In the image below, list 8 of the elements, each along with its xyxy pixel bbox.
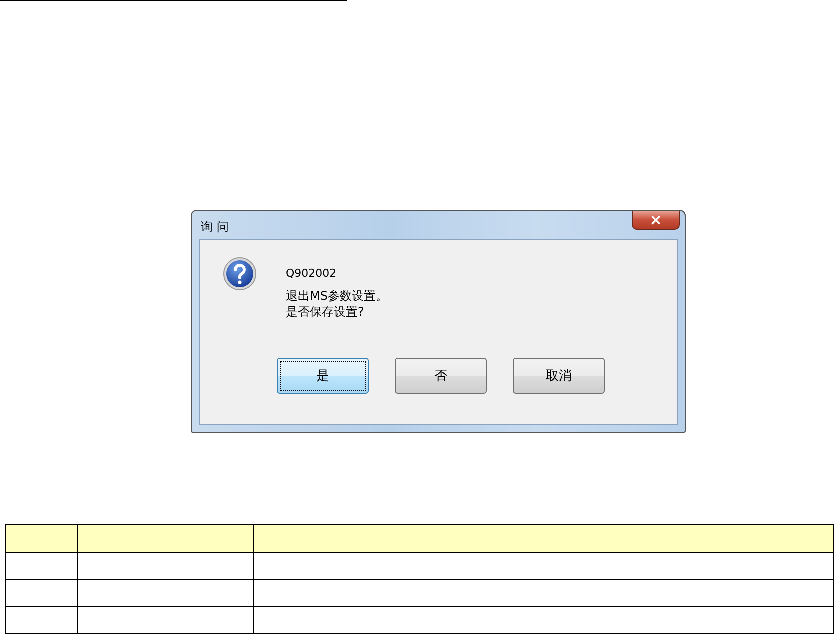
message-code: Q902002 [286, 267, 338, 280]
close-button[interactable]: × [632, 211, 680, 230]
question-icon [223, 257, 257, 291]
window-title: 询 问 [201, 219, 229, 236]
dialog-button[interactable]: 否 [395, 358, 487, 394]
message-text: 退出MS参数设置。 是否保存设置? [286, 288, 388, 320]
dialog-button[interactable]: 是 [277, 358, 369, 394]
dialog-button[interactable]: 取消 [513, 358, 605, 394]
